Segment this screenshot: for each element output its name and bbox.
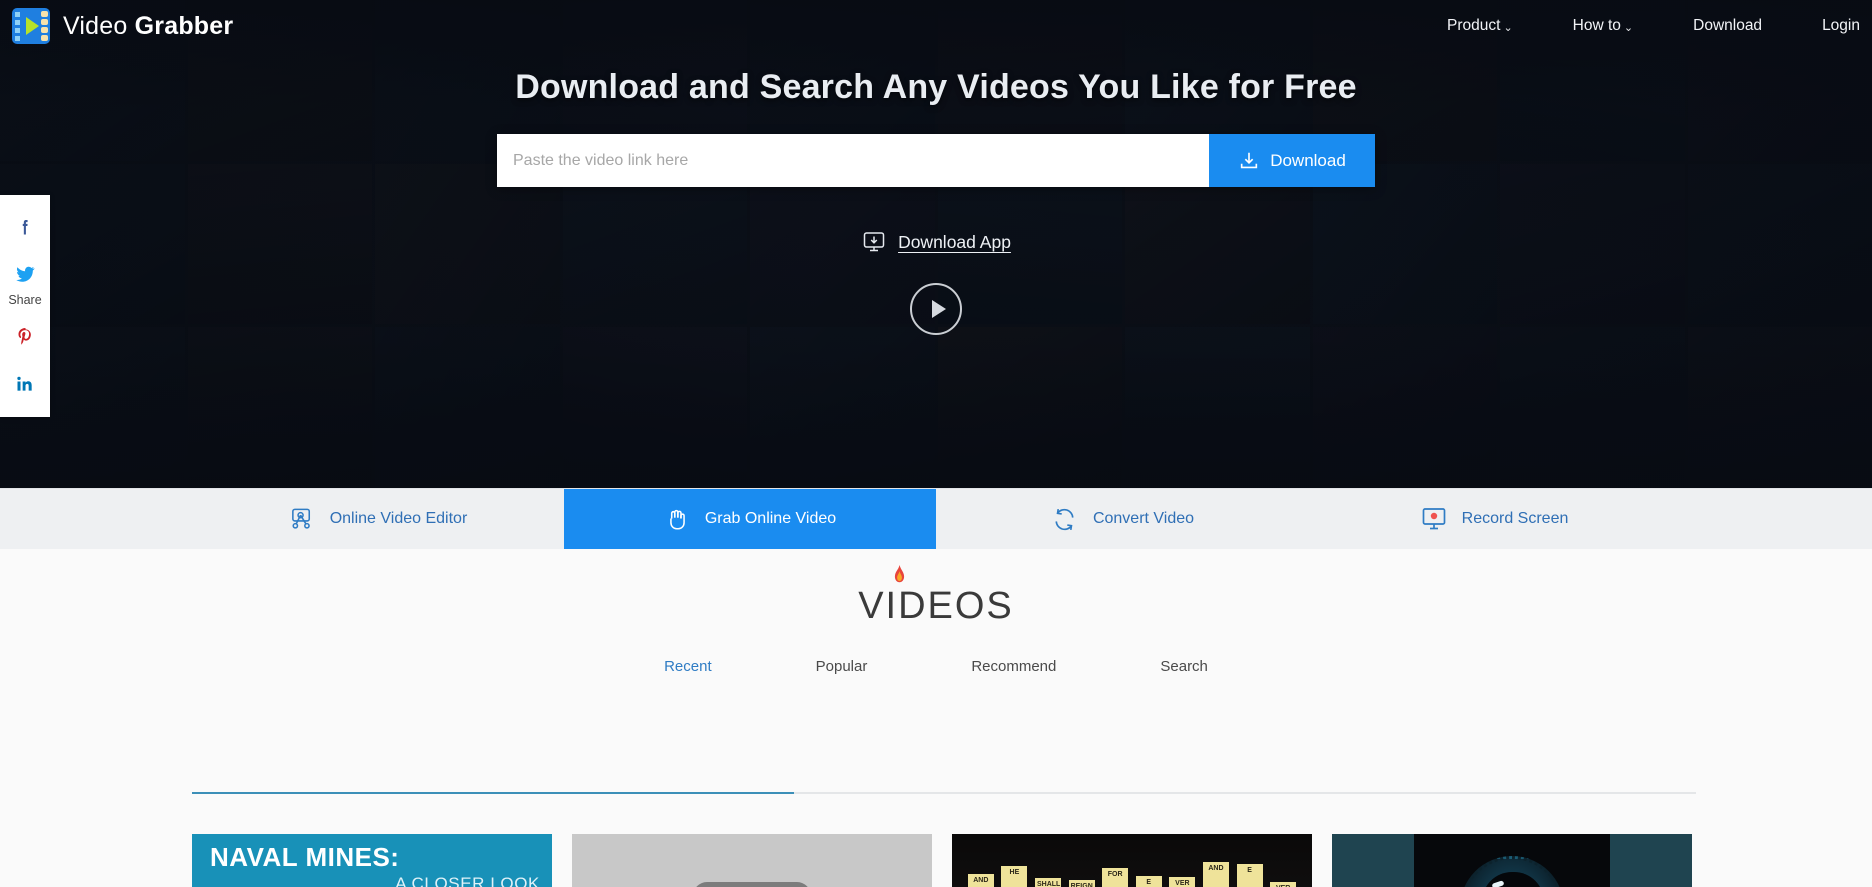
thumb-subtitle: A CLOSER LOOK [395,874,540,887]
video-grabber-logo-icon [12,8,50,44]
nav-item-product-label: Product [1447,17,1501,34]
share-facebook-button[interactable] [0,203,50,250]
share-linkedin-button[interactable] [0,360,50,407]
thumb-sign: E [1135,876,1162,887]
tool-tab-record-screen[interactable]: Record Screen [1308,489,1680,549]
nav-item-how-to[interactable]: How to ⌄ [1543,17,1663,35]
brand-logo[interactable]: Video Grabber [12,8,233,44]
pinterest-icon [18,328,31,345]
hero-section: Video Grabber Product ⌄ How to ⌄ Downloa… [0,0,1872,488]
nav-item-download[interactable]: Download [1663,17,1792,35]
thumb-sign: VER [1270,882,1297,887]
chevron-down-icon: ⌄ [1623,21,1634,34]
video-thumbnail-grid: NAVAL MINES: A CLOSER LOOK AND HE SHALL [192,834,1692,887]
download-button[interactable]: Download [1209,134,1375,187]
placeholder-icon [693,882,811,887]
play-triangle-icon [26,17,39,35]
nav-item-download-label: Download [1693,17,1763,34]
download-button-label: Download [1270,150,1346,170]
videos-tab-recommend[interactable]: Recommend [919,658,1108,675]
nav-links: Product ⌄ How to ⌄ Download Login [1417,17,1872,35]
video-link-input[interactable] [497,134,1209,187]
videos-tab-popular[interactable]: Popular [764,658,920,675]
download-tray-icon [1241,152,1258,168]
video-thumbnail-placeholder[interactable] [572,834,932,887]
videos-tab-recent[interactable]: Recent [612,658,764,675]
thumb-title: NAVAL MINES: [210,842,400,872]
flame-icon [889,565,910,596]
tool-tab-record-screen-label: Record Screen [1461,510,1569,527]
videos-section-title: VIDEOS [858,585,1014,627]
download-app-monitor-icon [863,232,885,252]
share-pinterest-button[interactable] [0,313,50,360]
download-app-link[interactable]: Download App [861,229,1011,255]
nav-item-how-to-label: How to [1572,17,1621,34]
download-app-label: Download App [898,231,1011,252]
toolbar-right-spacer [1680,489,1872,549]
video-editor-icon [289,506,316,533]
chevron-down-icon: ⌄ [1503,21,1513,34]
tool-tab-convert-video-label: Convert Video [1092,510,1195,527]
tool-tab-grab-online-video[interactable]: Grab Online Video [564,489,936,549]
social-share-rail: Share [0,195,50,417]
share-twitter-button[interactable] [0,250,50,297]
facebook-icon [22,219,28,234]
tool-tab-online-video-editor-label: Online Video Editor [329,510,468,527]
thumb-sign: VER [1169,877,1196,887]
thumb-sign: AND [1202,862,1229,887]
thumb-sign: AND [967,874,994,887]
nav-item-product[interactable]: Product ⌄ [1417,17,1543,35]
film-strip-left [14,10,21,42]
videos-section: VIDEOS Recent Popular Recommend Search N… [0,549,1872,887]
play-icon [931,300,946,318]
videos-title-wrap: VIDEOS [858,565,1014,628]
toolbar-left-spacer [0,489,192,549]
share-label: Share [8,293,42,307]
hero-headline: Download and Search Any Videos You Like … [515,68,1357,106]
thumb-sign: FOR [1102,868,1129,887]
thumb-sign: E [1236,864,1263,887]
thumb-sign: HE [1001,866,1028,887]
brand-name-light: Video [63,11,135,40]
tool-tab-convert-video[interactable]: Convert Video [936,489,1308,549]
nav-item-login[interactable]: Login [1792,17,1868,35]
tool-tab-grab-online-video-label: Grab Online Video [704,510,837,527]
page-root: Video Grabber Product ⌄ How to ⌄ Downloa… [0,0,1872,887]
video-thumbnail-dark-arch[interactable] [1332,834,1692,887]
brand-name-bold: Grabber [134,11,234,40]
twitter-icon [16,266,35,282]
top-navigation: Video Grabber Product ⌄ How to ⌄ Downloa… [0,0,1872,52]
nav-item-login-label: Login [1822,17,1860,34]
brand-name: Video Grabber [63,12,233,41]
film-strip-right [41,10,48,42]
grab-hand-icon [664,506,691,533]
linkedin-icon [17,376,32,391]
videos-filter-tabs: Recent Popular Recommend Search [612,658,1260,675]
videos-tab-divider [192,792,1696,794]
record-screen-icon [1420,505,1448,533]
tool-tabbar: Online Video Editor Grab Online Video Co… [0,488,1872,549]
thumb-sign: REIGN [1068,880,1095,887]
video-thumbnail-choir-signs[interactable]: AND HE SHALL REIGN FOR E VER AND E VER [952,834,1312,887]
play-video-button[interactable] [910,283,962,335]
video-link-searchbar: Download [497,134,1375,187]
convert-arrows-icon [1050,505,1079,534]
thumb-sign: SHALL [1034,878,1061,887]
thumb-sign-row: AND HE SHALL REIGN FOR E VER AND E VER [952,862,1312,887]
tool-tab-online-video-editor[interactable]: Online Video Editor [192,489,564,549]
video-thumbnail-naval-mines[interactable]: NAVAL MINES: A CLOSER LOOK [192,834,552,887]
videos-tab-search[interactable]: Search [1108,658,1260,675]
